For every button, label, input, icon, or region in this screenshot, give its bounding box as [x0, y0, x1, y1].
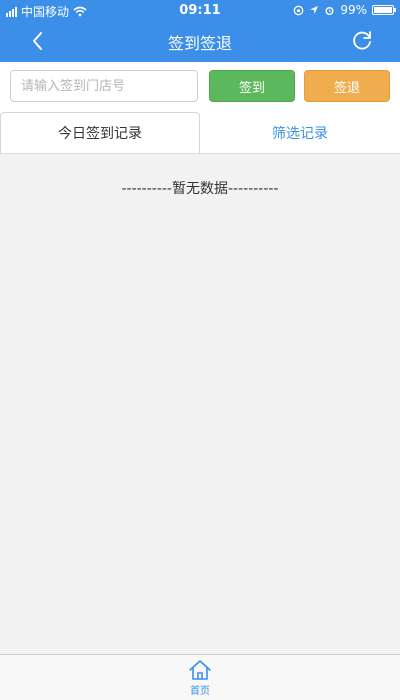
- tabbar-label-home: 首页: [190, 686, 210, 697]
- refresh-button[interactable]: [350, 28, 374, 52]
- signin-button[interactable]: 签到: [209, 70, 295, 102]
- empty-state-text: ----------暂无数据----------: [121, 181, 279, 197]
- record-tabs: 今日签到记录 筛选记录: [0, 112, 400, 154]
- records-list: ----------暂无数据----------: [0, 154, 400, 654]
- alarm-icon: [325, 6, 334, 15]
- battery-percent: 99%: [340, 3, 367, 17]
- signin-toolbar: 签到 签退: [0, 62, 400, 112]
- tabbar-item-home[interactable]: 首页: [170, 657, 230, 699]
- home-icon: [189, 660, 211, 680]
- signout-button[interactable]: 签退: [304, 70, 390, 102]
- status-bar: 中国移动 09:11 99%: [0, 0, 400, 20]
- nav-bar: 签到签退: [0, 20, 400, 62]
- bottom-tab-bar: 首页: [0, 654, 400, 700]
- tab-filter-records[interactable]: 筛选记录: [200, 112, 400, 153]
- tab-today-records[interactable]: 今日签到记录: [0, 112, 200, 153]
- location-icon: [310, 6, 319, 14]
- refresh-icon: [353, 31, 371, 50]
- page-title: 签到签退: [167, 34, 232, 53]
- battery-icon: [372, 5, 396, 15]
- orientation-lock-icon: [293, 5, 304, 15]
- store-number-input[interactable]: [10, 70, 198, 102]
- status-right: 99%: [293, 3, 396, 17]
